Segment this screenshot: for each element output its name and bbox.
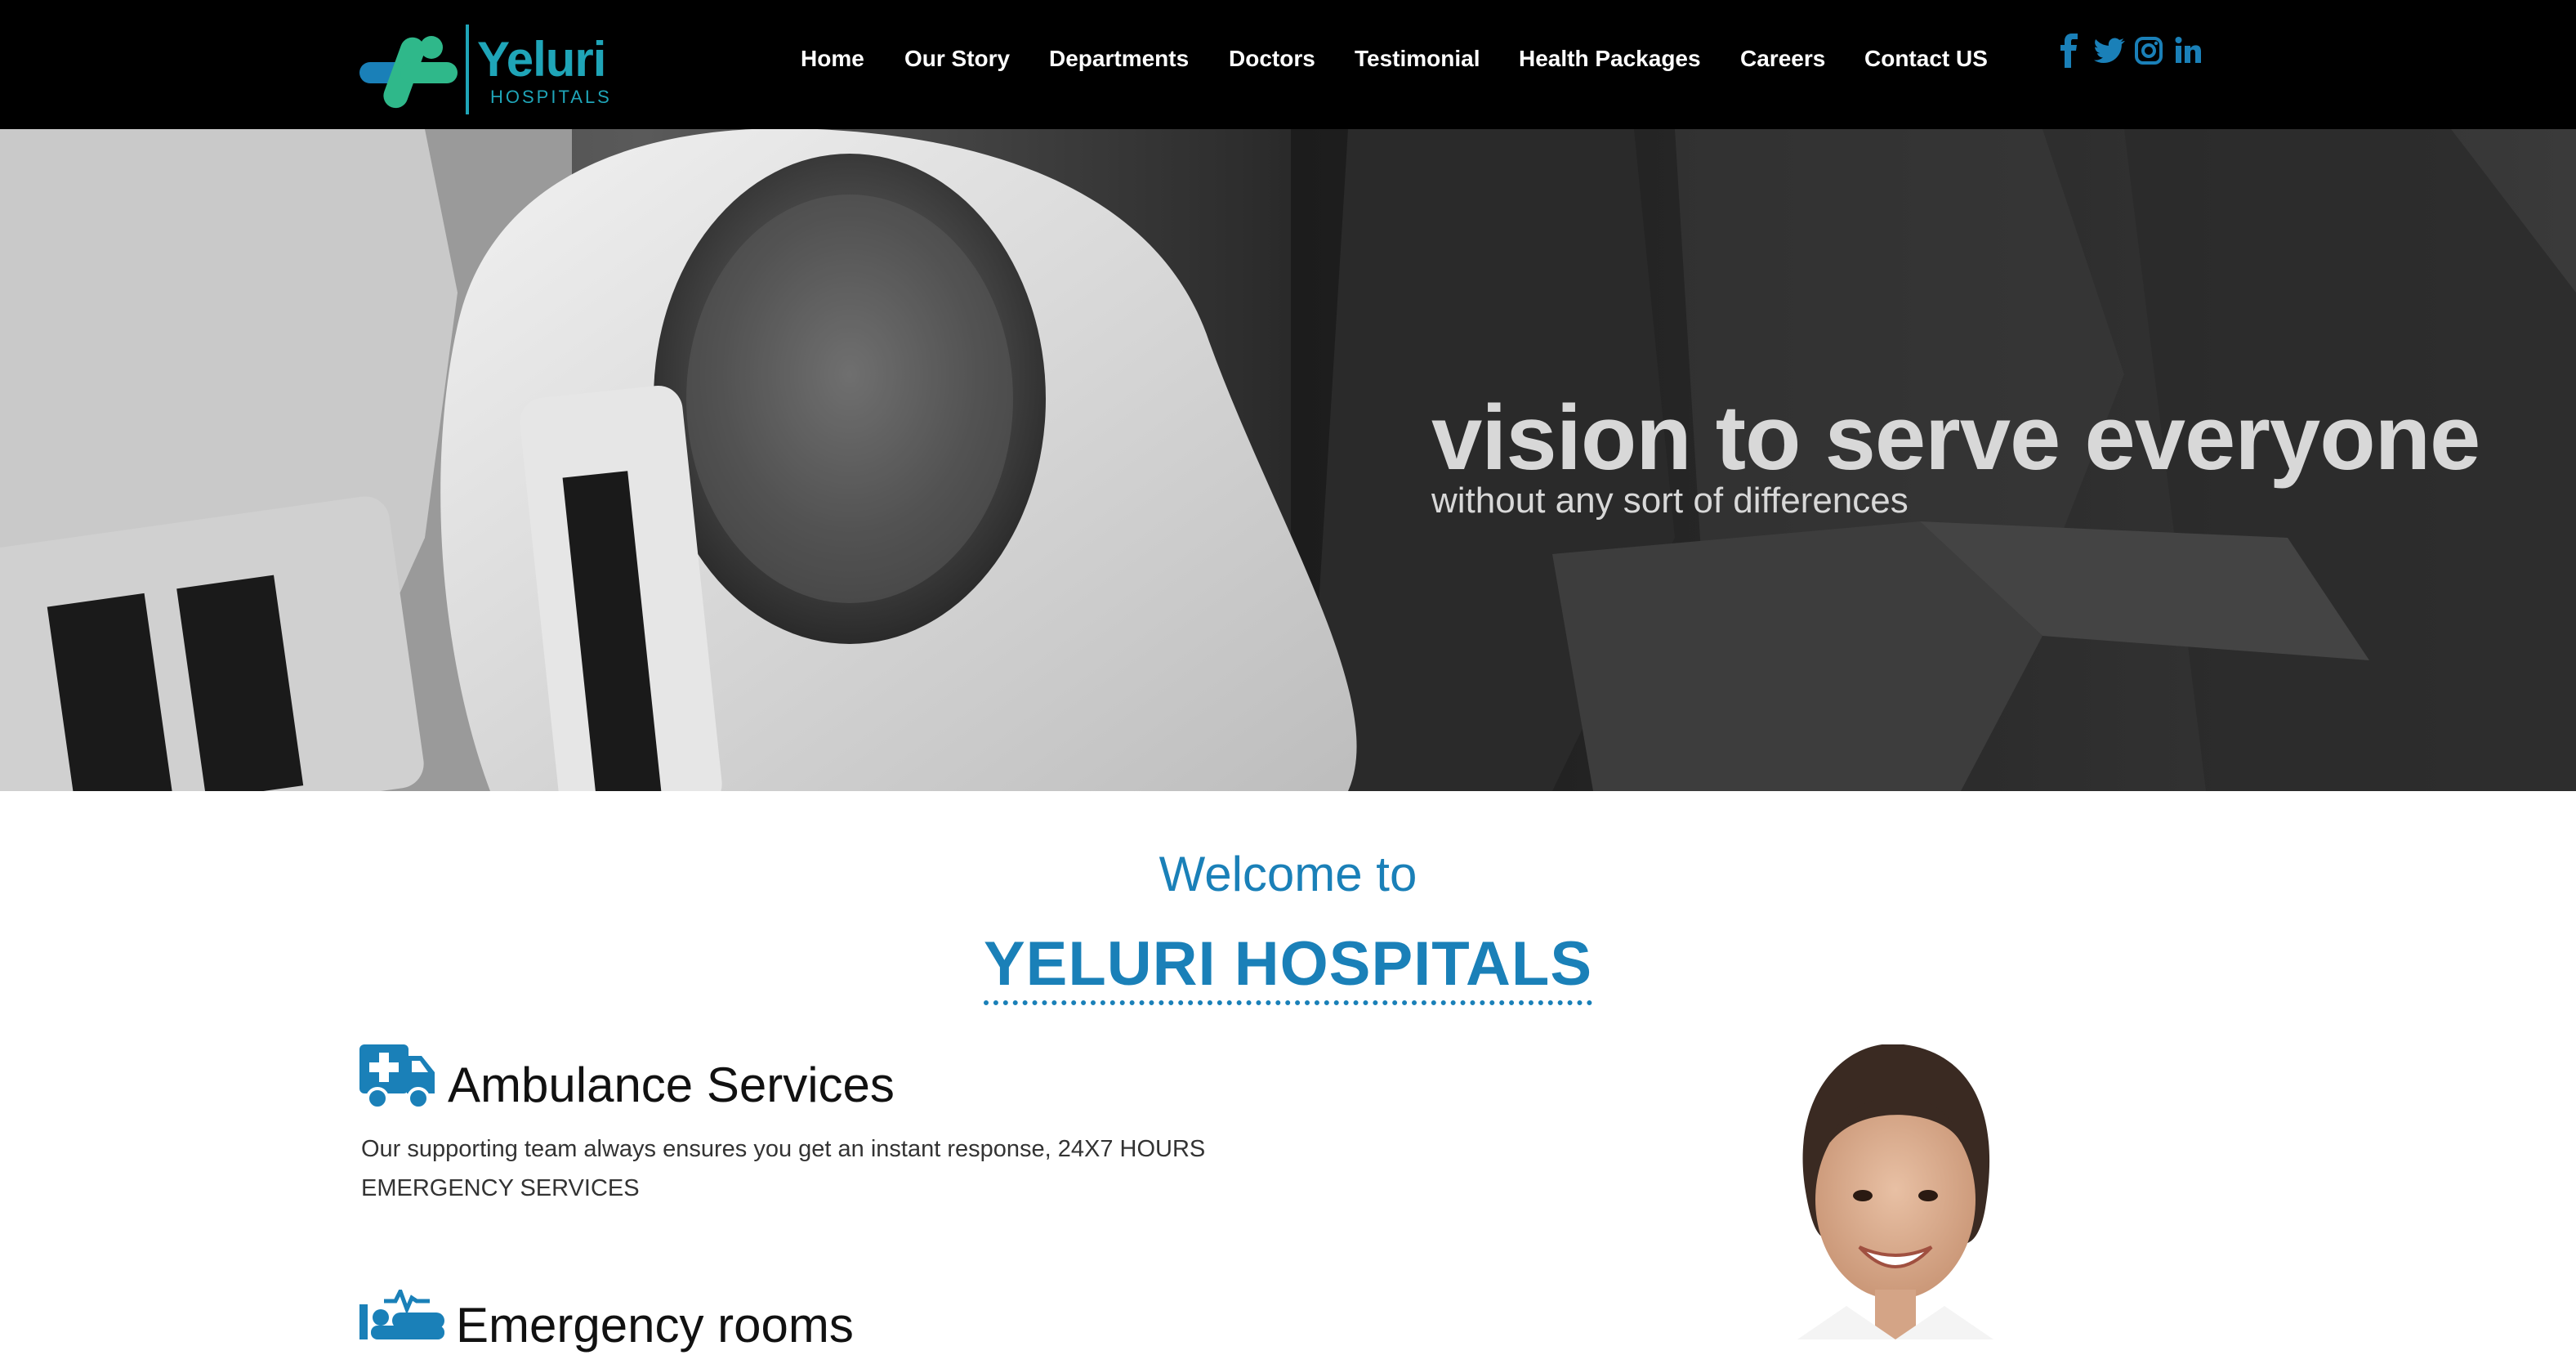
- nav-health-packages[interactable]: Health Packages: [1519, 41, 1701, 77]
- welcome-title-text: YELURI HOSPITALS: [983, 929, 1593, 1005]
- instagram-icon[interactable]: [2132, 33, 2165, 69]
- ambulance-icon: [359, 1044, 435, 1110]
- site-logo[interactable]: Yeluri HOSPITALS: [359, 23, 609, 117]
- logo-divider: [466, 25, 469, 114]
- nav-careers[interactable]: Careers: [1740, 41, 1825, 77]
- nav-contact-us[interactable]: Contact US: [1864, 41, 1988, 77]
- welcome-intro: Welcome to: [1159, 847, 1417, 901]
- nav-doctors[interactable]: Doctors: [1229, 41, 1315, 77]
- top-navbar: Yeluri HOSPITALS Home Our Story Departme…: [0, 0, 2576, 129]
- emergency-bed-icon: [359, 1290, 444, 1339]
- hero-headline: vision to serve everyone: [1431, 387, 2480, 489]
- facebook-icon[interactable]: [2054, 33, 2087, 69]
- service-desc-ambulance: Our supporting team always ensures you g…: [361, 1136, 1206, 1201]
- linkedin-icon[interactable]: [2172, 33, 2204, 69]
- service-title-ambulance: Ambulance Services: [448, 1058, 895, 1112]
- nav-home[interactable]: Home: [801, 41, 864, 77]
- nav-testimonial[interactable]: Testimonial: [1355, 41, 1480, 77]
- service-title-emergency: Emergency rooms: [456, 1298, 854, 1353]
- twitter-icon[interactable]: [2093, 33, 2126, 69]
- nav-our-story[interactable]: Our Story: [904, 41, 1010, 77]
- logo-subtitle: HOSPITALS: [490, 87, 612, 107]
- welcome-title: YELURI HOSPITALS: [0, 925, 2576, 1021]
- logo-name: Yeluri: [477, 32, 606, 87]
- nav-departments[interactable]: Departments: [1049, 41, 1189, 77]
- logo-mark-icon: [359, 36, 458, 109]
- hero-subheadline: without any sort of differences: [1431, 481, 1909, 521]
- doctor-portrait: [1797, 1044, 1993, 1339]
- hero-banner: vision to serve everyone without any sor…: [0, 129, 2576, 791]
